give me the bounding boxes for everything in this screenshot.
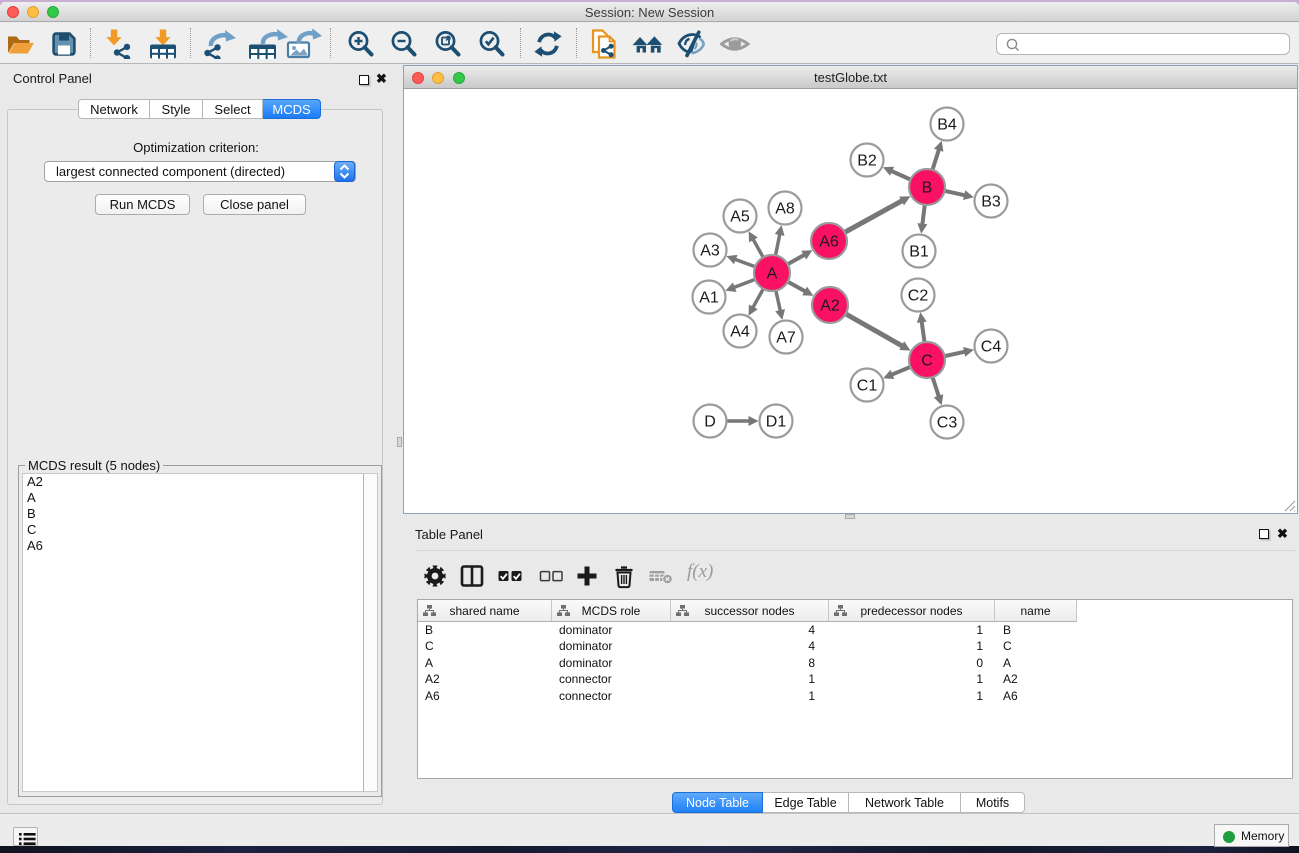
svg-text:A5: A5 <box>730 209 750 226</box>
svg-text:A6: A6 <box>819 234 839 251</box>
svg-text:C3: C3 <box>937 415 958 432</box>
svg-text:C: C <box>921 353 933 370</box>
svg-text:C1: C1 <box>857 378 878 395</box>
svg-text:A1: A1 <box>699 290 719 307</box>
svg-text:B1: B1 <box>909 244 929 261</box>
svg-text:B4: B4 <box>937 117 957 134</box>
svg-text:A3: A3 <box>700 243 720 260</box>
svg-text:B: B <box>922 180 933 197</box>
svg-text:A7: A7 <box>776 330 796 347</box>
svg-text:B3: B3 <box>981 194 1001 211</box>
svg-text:C4: C4 <box>981 339 1002 356</box>
svg-text:A4: A4 <box>730 324 750 341</box>
svg-text:A8: A8 <box>775 201 795 218</box>
svg-text:D1: D1 <box>766 414 787 431</box>
svg-text:D: D <box>704 414 716 431</box>
svg-text:B2: B2 <box>857 153 877 170</box>
svg-text:C2: C2 <box>908 288 929 305</box>
svg-text:A: A <box>767 266 778 283</box>
svg-text:A2: A2 <box>820 298 840 315</box>
